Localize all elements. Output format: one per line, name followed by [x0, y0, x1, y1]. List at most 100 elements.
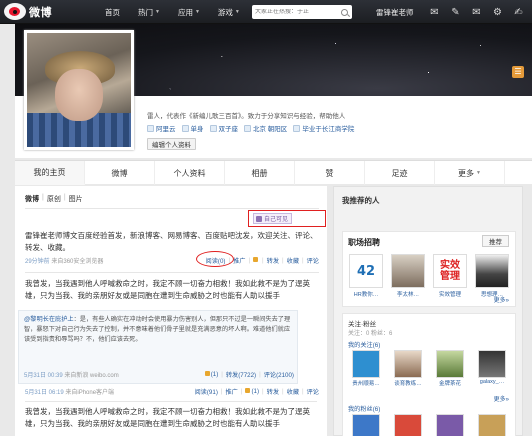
tab-my-home[interactable]: 我的主页 [15, 161, 85, 185]
my-fans-link[interactable]: 我的粉丝(6) [348, 404, 380, 413]
fan-item[interactable] [431, 414, 469, 436]
hr-logo-icon: 42 [349, 254, 383, 288]
logo-text: 微博 [29, 6, 52, 19]
filter-pictures[interactable]: 图片 [69, 194, 83, 204]
chevron-down-icon: ▼ [234, 9, 240, 15]
quoted-meta: 5月31日 00:39 来自新浪 weibo.com (1) | 转发(7722… [24, 370, 296, 380]
tag-company[interactable]: 阿里云 [147, 123, 176, 133]
chevron-down-icon: ▼ [194, 9, 200, 15]
tag-label: 阿里云 [156, 126, 176, 133]
fan-item[interactable] [389, 414, 427, 436]
job-card[interactable]: 42 HR教你… [347, 254, 385, 298]
tag-zodiac[interactable]: 双子座 [209, 123, 238, 133]
following-item[interactable]: 贵州顺易… [347, 350, 385, 387]
forward-link[interactable]: 转发 [267, 256, 279, 265]
promote-link[interactable]: 推广 [226, 387, 238, 396]
filter-original[interactable]: 原创 [47, 194, 61, 204]
tag-label: 单身 [190, 126, 204, 133]
mail-icon[interactable]: ✉ [471, 7, 482, 18]
fan-item[interactable] [473, 414, 511, 436]
post-text: 我曾发，当我遇到他人呼喊救命之时，我定不顾一切奋力相救！我如此救不是为了逞英雄，… [25, 279, 310, 300]
job-card-label: HR教你… [353, 292, 379, 298]
forward-link[interactable]: 转发 [267, 387, 279, 396]
jobs-title: 职场招聘 [348, 238, 380, 247]
action-separator: | [220, 388, 223, 395]
following-item[interactable]: galaxy_… [473, 350, 511, 387]
action-separator: | [282, 388, 284, 395]
following-item[interactable]: 谈育教练… [389, 350, 427, 387]
quoted-author[interactable]: @黎明长在庇护上 [24, 316, 74, 323]
jobs-more-link[interactable]: 更多» [494, 295, 509, 304]
edit-icon[interactable]: ✎ [450, 7, 461, 18]
tab-profile-info[interactable]: 个人资料 [155, 161, 225, 185]
nav-games[interactable]: 游戏 ▼ [209, 7, 249, 18]
comment-link[interactable]: 评论 [307, 387, 319, 396]
chevron-down-icon: ▼ [476, 170, 481, 176]
fan-item[interactable] [347, 414, 385, 436]
tab-footprints[interactable]: 足迹 [365, 161, 435, 185]
action-separator: | [240, 388, 243, 395]
post-time[interactable]: 29分钟前 来自360安全浏览器 [25, 256, 103, 265]
following-more-link[interactable]: 更多» [494, 394, 509, 403]
favorite-link[interactable]: 收藏 [287, 256, 299, 265]
like-count: (1) [251, 388, 260, 395]
edit-profile-button[interactable]: 编辑个人资料 [147, 138, 196, 150]
tab-weibo[interactable]: 微博 [85, 161, 155, 185]
action-separator: | [262, 388, 264, 395]
quoted-time[interactable]: 5月31日 00:39 [24, 373, 63, 379]
filter-all[interactable]: 微博 [25, 194, 39, 204]
following-item[interactable]: 金牌茶花 [431, 350, 469, 387]
post-time[interactable]: 5月31日 06:19 来自iPhone客户端 [25, 387, 114, 396]
thumbs-up-icon [253, 257, 259, 262]
tab-more[interactable]: 更多 ▼ [435, 161, 505, 185]
follow-heading: 关注·粉丝 [348, 321, 377, 328]
nav-hot[interactable]: 热门 ▼ [129, 7, 169, 18]
avatar-face [55, 69, 103, 121]
gear-icon[interactable]: ⚙ [492, 7, 503, 18]
top-nav-bar: 微博 首页 热门▼ 应用▼ 游戏▼ 雷锋崔老师 ✉ ✎ ✉ ⚙ ✍ [0, 0, 532, 24]
job-card[interactable]: 思想理… [473, 254, 511, 298]
tab-album[interactable]: 相册 [225, 161, 295, 185]
job-card[interactable]: 实效 管理 实效管理 [431, 254, 469, 298]
tab-likes[interactable]: 赞 [295, 161, 365, 185]
tag-location[interactable]: 北京 朝阳区 [244, 123, 287, 133]
recommend-button[interactable]: 推荐 [482, 235, 509, 247]
thumbs-up-icon [204, 371, 210, 376]
job-card[interactable]: 李太林… [389, 254, 427, 298]
post-time-text: 5月31日 06:19 [25, 390, 64, 396]
person-avatar [391, 254, 425, 288]
quoted-comment[interactable]: 评论(2100) [264, 370, 294, 379]
nav-apps[interactable]: 应用 ▼ [169, 7, 209, 18]
favorite-link[interactable]: 收藏 [287, 387, 299, 396]
action-separator: | [302, 388, 304, 395]
cover-skin-icon[interactable]: ☰ [512, 66, 524, 78]
quoted-forward[interactable]: 转发(7722) [226, 370, 256, 379]
nav-home[interactable]: 首页 [96, 7, 129, 18]
message-icon[interactable]: ✉ [429, 7, 440, 18]
quoted-actions: (1) | 转发(7722) | 评论(2100) [204, 370, 294, 379]
search-input[interactable] [255, 9, 339, 15]
tab-label: 赞 [325, 168, 334, 178]
weibo-logo[interactable]: 微博 [4, 3, 52, 20]
like-button[interactable]: (1) [245, 388, 259, 395]
promote-link[interactable]: 推广 [233, 256, 245, 265]
post-meta: 5月31日 06:19 来自iPhone客户端 阅读(91) | 推广 | (1… [25, 387, 323, 397]
quoted-like[interactable]: (1) [204, 371, 218, 378]
search-icon[interactable] [341, 8, 348, 16]
tag-school[interactable]: 毕业于长江商学院 [293, 123, 354, 133]
my-following-link[interactable]: 我的关注(6) [348, 340, 380, 349]
quoted-post[interactable]: @黎明长在庇护上：是，有些人确实在冲动时会使用暴力伤害别人，但那只不过是一瞬间失… [18, 310, 298, 384]
top-icon-group: ✉ ✎ ✉ ⚙ ✍ [429, 0, 524, 24]
job-cards: 42 HR教你… 李太林… 实效 管理 实效管理 思想理… [347, 254, 511, 298]
user-name-link[interactable]: 雷锋崔老师 [376, 0, 414, 24]
heart-icon [181, 124, 189, 132]
avatar[interactable] [24, 30, 134, 150]
action-separator: | [302, 257, 304, 264]
comment-link[interactable]: 评论 [307, 256, 319, 265]
divider [25, 272, 319, 273]
like-button[interactable] [253, 257, 259, 264]
account-avatar [394, 414, 422, 436]
compose-icon[interactable]: ✍ [513, 7, 524, 18]
tag-relationship[interactable]: 单身 [181, 123, 204, 133]
thumbs-up-icon [245, 388, 251, 393]
